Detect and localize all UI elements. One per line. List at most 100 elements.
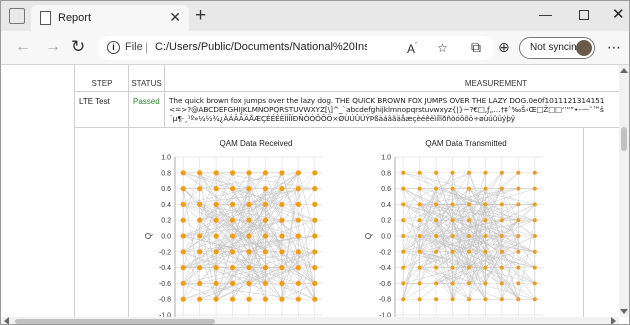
constellation-point [483,297,488,302]
constellation-point [401,218,406,223]
constellation-point [180,249,186,255]
minimize-icon[interactable]: — [539,6,552,24]
constellation-point [467,234,471,238]
header-status: STATUS [131,79,162,88]
constellation-point [312,280,318,286]
horizontal-scroll-thumb[interactable] [15,319,215,324]
constellation-point [434,170,439,175]
scroll-up-icon[interactable] [620,68,628,73]
constellation-point [197,249,203,255]
y-tick-label: 0.6 [381,186,391,193]
vertical-scroll-thumb[interactable] [621,127,627,151]
y-tick-label: 0.0 [161,234,171,241]
constellation-point [483,186,488,191]
constellation-point [499,265,504,270]
chart-area-left-border [128,127,129,317]
constellation-point [450,281,455,286]
constellation-point [499,297,504,302]
constellation-point [279,201,285,207]
close-tab-icon[interactable]: ✕ [169,9,181,25]
scroll-left-icon[interactable] [4,317,9,324]
constellation-point [295,186,301,192]
constellation-point [213,186,219,192]
forward-icon[interactable]: → [45,39,61,55]
constellation-point [499,249,504,254]
constellation-point [467,170,471,175]
constellation-point [417,265,422,270]
constellation-point [532,297,537,302]
back-icon[interactable]: ← [15,39,31,55]
constellation-point [483,249,488,254]
address-url[interactable]: C:/Users/Public/Documents/National%20Ins… [155,41,367,53]
new-tab-icon[interactable]: + [195,6,206,26]
constellation-point [246,280,252,286]
constellation-point [197,186,203,192]
constellation-point [312,265,318,271]
constellation-point [246,233,252,239]
constellation-point [417,297,422,302]
vertical-scrollbar[interactable] [619,65,629,317]
constellation-point [499,218,504,223]
close-window-icon[interactable]: ✕ [612,6,625,24]
status-badge: Passed [133,97,160,106]
constellation-point [213,280,219,286]
constellation-point [262,249,269,255]
constellation-point [417,234,422,238]
scroll-right-icon[interactable] [611,317,616,324]
constellation-point [295,265,301,271]
constellation-point [450,202,455,207]
constellation-point [180,265,186,271]
tab-actions-icon[interactable] [9,8,25,24]
constellation-point [467,186,471,191]
constellation-point [401,281,406,286]
reload-icon[interactable]: ↻ [71,38,85,55]
tab-report[interactable]: Report ✕ [31,5,189,31]
constellation-point [180,170,186,176]
title-bar: Report ✕ + — ✕ [1,1,629,31]
constellation-point [262,233,269,239]
constellation-point [180,201,186,207]
y-tick-label: -0.8 [379,297,391,304]
constellation-point [246,265,252,271]
scroll-down-icon[interactable] [620,309,628,314]
more-icon[interactable]: ⋯ [607,39,621,55]
constellation-point [401,170,406,175]
constellation-point [483,170,488,175]
constellation-point [180,233,186,239]
constellation-point [467,202,471,207]
constellation-point [516,249,521,254]
constellation-point [279,233,285,239]
constellation-point [434,186,439,191]
y-tick-label: -0.2 [379,249,391,256]
extensions-icon[interactable]: ⧉ [471,39,481,55]
constellation-point [532,202,537,207]
constellation-point [417,281,422,286]
constellation-point [229,296,236,302]
constellation-point [312,217,318,223]
favorite-icon[interactable]: ☆ [437,41,448,55]
y-tick-label: 1.0 [381,155,391,162]
y-tick-label: 1.0 [161,155,171,162]
constellation-point [295,170,301,176]
y-tick-label: 0.8 [161,170,171,177]
read-aloud-icon[interactable]: Aﾞ [407,41,419,56]
constellation-point [295,280,301,286]
constellation-point [499,202,504,207]
info-icon[interactable]: i [107,41,120,54]
collections-icon[interactable]: ⊕ [498,39,510,55]
maximize-icon[interactable] [579,10,589,20]
table-header-border [74,91,619,92]
horizontal-scrollbar[interactable] [1,317,619,324]
constellation-point [180,280,186,286]
constellation-point [262,170,269,176]
constellation-point [417,202,422,207]
toolbar: ← → ↻ i File | C:/Users/Public/Documents… [1,31,629,65]
profile-sync-button[interactable]: Not syncing [519,37,595,59]
constellation-point [229,170,236,176]
constellation-point [450,186,455,191]
y-tick-label: -0.6 [159,281,171,288]
y-axis-label: Q [144,233,153,239]
address-bar[interactable]: i File | C:/Users/Public/Documents/Natio… [97,36,495,60]
constellation-point [197,217,203,223]
constellation-point [434,297,439,302]
